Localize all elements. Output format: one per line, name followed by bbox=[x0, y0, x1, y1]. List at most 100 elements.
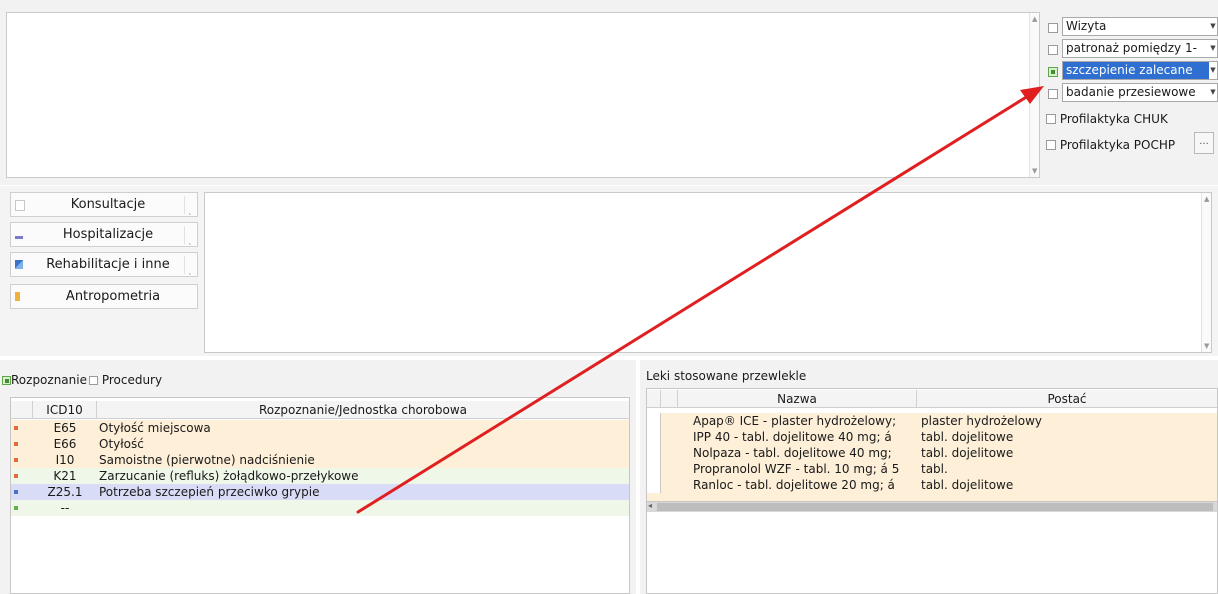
rehabilitation-label: Rehabilitacje i inne bbox=[46, 257, 170, 272]
diagnosis-grid: ICD10 Rozpoznanie/Jednostka chorobowa E6… bbox=[10, 397, 630, 594]
diagnosis-code: E66 bbox=[53, 437, 77, 451]
column-header-form[interactable]: Postać bbox=[917, 390, 1217, 408]
diagnosis-code: Z25.1 bbox=[47, 485, 83, 499]
medication-row[interactable]: Nolpaza - tabl. dojelitowe 40 mg; tabl. d… bbox=[647, 445, 1217, 461]
visit-type-combo-selected[interactable]: szczepienie zalecane ▼ bbox=[1062, 61, 1218, 80]
visit-type-checkbox-checked[interactable] bbox=[1048, 66, 1058, 80]
status-dot-icon bbox=[14, 490, 18, 494]
visit-type-combo-value: Wizyta bbox=[1066, 19, 1107, 33]
document-icon bbox=[15, 200, 25, 211]
chevron-down-icon[interactable]: ▼ bbox=[1209, 62, 1217, 79]
hospitalizations-label: Hospitalizacje bbox=[62, 227, 154, 242]
column-header-diagnosis[interactable]: Rozpoznanie/Jednostka chorobowa bbox=[97, 401, 629, 419]
diagnosis-code: -- bbox=[60, 501, 70, 515]
anthropometry-button[interactable]: Antropometria bbox=[10, 284, 198, 309]
row-header-corner bbox=[11, 401, 33, 419]
anthropometry-label: Antropometria bbox=[65, 289, 161, 304]
rehabilitation-button[interactable]: Rehabilitacje i inne ˛ bbox=[10, 252, 198, 277]
dropdown-icon[interactable]: ˛ bbox=[184, 196, 195, 215]
prophylaxis-pochp-option[interactable]: Profilaktyka POCHP bbox=[1046, 135, 1175, 155]
scroll-up-icon[interactable]: ▲ bbox=[1204, 195, 1209, 203]
diagnosis-row[interactable]: E66 Otyłość bbox=[11, 436, 629, 452]
notes-scrollbar[interactable]: ▲ ▼ bbox=[1029, 13, 1039, 177]
visit-type-checkbox[interactable] bbox=[1048, 44, 1058, 58]
diagnosis-name: Zarzucanie (refluks) żołądkowo-przełykow… bbox=[99, 469, 359, 483]
row-selector[interactable] bbox=[647, 461, 661, 477]
diagnosis-code: E65 bbox=[53, 421, 77, 435]
tab-procedures-label: Procedury bbox=[101, 373, 163, 387]
diagnosis-code: I10 bbox=[55, 453, 75, 467]
diagnosis-row[interactable]: K21 Zarzucanie (refluks) żołądkowo-przeły… bbox=[11, 468, 629, 484]
diagnosis-code: K21 bbox=[53, 469, 77, 483]
chevron-down-icon[interactable]: ▼ bbox=[1209, 84, 1217, 101]
visit-type-combo-value: patronaż pomiędzy 1- bbox=[1066, 41, 1197, 55]
diagnosis-row[interactable]: I10 Samoistne (pierwotne) nadciśnienie bbox=[11, 452, 629, 468]
visit-type-combo-value: badanie przesiewowe bbox=[1066, 85, 1196, 99]
medication-form: plaster hydrożelowy bbox=[921, 414, 1043, 428]
checkbox-icon bbox=[1048, 89, 1058, 99]
medication-row[interactable]: Ranloc - tabl. dojelitowe 20 mg; á tabl. … bbox=[647, 477, 1217, 493]
visit-type-combo[interactable]: badanie przesiewowe ▼ bbox=[1062, 83, 1218, 102]
checkbox-icon bbox=[1046, 114, 1056, 124]
checkbox-icon bbox=[1048, 45, 1058, 55]
row-selector[interactable] bbox=[647, 445, 661, 461]
chevron-down-icon[interactable]: ▼ bbox=[1209, 18, 1217, 35]
referrals-scrollbar[interactable]: ▲ ▼ bbox=[1201, 193, 1211, 352]
row-selector[interactable] bbox=[647, 429, 661, 445]
checkbox-checked-icon bbox=[1048, 67, 1058, 77]
diagnosis-name bbox=[99, 500, 627, 516]
visit-notes-textarea[interactable]: ▲ ▼ bbox=[6, 12, 1040, 178]
referrals-textarea[interactable]: ▲ ▼ bbox=[204, 192, 1212, 353]
visit-type-checkbox[interactable] bbox=[1048, 22, 1058, 36]
visit-type-combo[interactable]: Wizyta ▼ bbox=[1062, 17, 1218, 36]
bed-icon bbox=[15, 232, 23, 239]
status-dot-icon bbox=[14, 474, 18, 478]
prophylaxis-chuk-option[interactable]: Profilaktyka CHUK bbox=[1046, 109, 1168, 129]
checkbox-icon bbox=[1048, 23, 1058, 33]
medication-row[interactable]: Propranolol WZF - tabl. 10 mg; á 5 tabl. bbox=[647, 461, 1217, 477]
status-dot-icon bbox=[14, 426, 18, 430]
chevron-down-icon[interactable]: ▼ bbox=[1209, 40, 1217, 57]
medication-row[interactable]: IPP 40 - tabl. dojelitowe 40 mg; á tabl. … bbox=[647, 429, 1217, 445]
visit-type-checkbox[interactable] bbox=[1048, 88, 1058, 102]
status-dot-icon bbox=[14, 506, 18, 510]
scroll-up-icon[interactable]: ▲ bbox=[1032, 15, 1037, 23]
medication-name: IPP 40 - tabl. dojelitowe 40 mg; á bbox=[693, 430, 892, 444]
scroll-down-icon[interactable]: ▼ bbox=[1032, 167, 1037, 175]
dropdown-icon[interactable]: ˛ bbox=[184, 226, 195, 245]
scroll-down-icon[interactable]: ▼ bbox=[1204, 342, 1209, 350]
diagnosis-grid-header: ICD10 Rozpoznanie/Jednostka chorobowa bbox=[11, 401, 629, 419]
consultations-label: Konsultacje bbox=[70, 197, 146, 212]
diagnosis-name: Samoistne (pierwotne) nadciśnienie bbox=[99, 453, 315, 467]
column-header-name[interactable]: Nazwa bbox=[677, 390, 917, 408]
meds-rows: Apap® ICE - plaster hydrożelowy; plaster … bbox=[647, 413, 1217, 501]
medication-name: Apap® ICE - plaster hydrożelowy; bbox=[693, 414, 897, 428]
tab-diagnosis[interactable]: Rozpoznanie bbox=[2, 373, 87, 387]
meds-grid-header: Nazwa Postać bbox=[647, 390, 1217, 408]
consultations-button[interactable]: Konsultacje ˛ bbox=[10, 192, 198, 217]
row-selector[interactable] bbox=[647, 413, 661, 429]
visit-type-combo[interactable]: patronaż pomiędzy 1- ▼ bbox=[1062, 39, 1218, 58]
diagnosis-row-selected[interactable]: Z25.1 Potrzeba szczepień przeciwko grypie bbox=[11, 484, 629, 500]
tab-procedures[interactable]: Procedury bbox=[87, 373, 162, 387]
diagnosis-name: Potrzeba szczepień przeciwko grypie bbox=[99, 485, 320, 499]
prophylaxis-more-button[interactable]: ... bbox=[1194, 132, 1214, 154]
meds-horizontal-scrollbar[interactable]: ◂ bbox=[647, 501, 1217, 512]
diagnosis-row[interactable]: E65 Otyłość miejscowa bbox=[11, 420, 629, 436]
diagnosis-row[interactable]: -- bbox=[11, 500, 629, 516]
row-selector[interactable] bbox=[647, 477, 661, 493]
chart-icon bbox=[15, 260, 23, 269]
ruler-icon bbox=[15, 292, 20, 301]
medication-form: tabl. dojelitowe bbox=[921, 446, 1014, 460]
medication-form: tabl. dojelitowe bbox=[921, 478, 1014, 492]
row-header-corner bbox=[647, 390, 661, 408]
column-header-icd10[interactable]: ICD10 bbox=[33, 401, 97, 419]
status-dot-icon bbox=[14, 458, 18, 462]
medication-row[interactable]: Apap® ICE - plaster hydrożelowy; plaster … bbox=[647, 413, 1217, 429]
scrollbar-thumb[interactable] bbox=[657, 503, 1213, 511]
medication-form: tabl. bbox=[921, 462, 948, 476]
scroll-left-icon[interactable]: ◂ bbox=[648, 501, 652, 510]
medication-name: Propranolol WZF - tabl. 10 mg; á 5 bbox=[693, 462, 900, 476]
hospitalizations-button[interactable]: Hospitalizacje ˛ bbox=[10, 222, 198, 247]
dropdown-icon[interactable]: ˛ bbox=[184, 256, 195, 275]
